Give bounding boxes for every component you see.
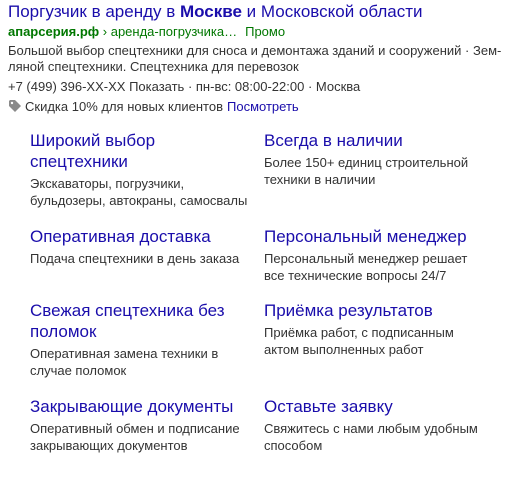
separator: · <box>184 79 196 94</box>
sitelink: Свежая спецтехника без поломок Оперативн… <box>30 300 260 379</box>
ad-domain-link[interactable]: апарсерия.рф <box>8 24 99 39</box>
sitelink-description: Экскаваторы, погрузчики, бульдозеры, авт… <box>30 176 248 208</box>
sitelink-title[interactable]: Всегда в наличии <box>264 130 494 151</box>
sitelink: Широкий выбор спецтехники Экскаваторы, п… <box>30 130 260 209</box>
ad-title-bold: Москве <box>179 2 242 21</box>
sitelink: Всегда в наличии Более 150+ единиц строи… <box>264 130 494 188</box>
sitelink-title[interactable]: Персональный менеджер <box>264 226 494 247</box>
sitelink-title[interactable]: Свежая спецтехника без поломок <box>30 300 230 342</box>
tag-icon <box>9 100 21 112</box>
sitelink-description: Подача спецтехники в день заказа <box>30 251 240 266</box>
hours-text: пн-вс: 08:00-22:00 <box>195 79 305 94</box>
sitelink-description: Персональный менеджер решает все техниче… <box>264 251 468 283</box>
ad-contacts: +7 (499) 396-XX-XX Показать · пн-вс: 08:… <box>8 79 520 95</box>
sitelink-description: Оперативная замена техники в случае поло… <box>30 346 219 378</box>
sitelink-title[interactable]: Оставьте заявку <box>264 396 494 417</box>
discount-line: Скидка 10% для новых клиентов Посмотреть <box>8 99 520 115</box>
sitelink-title[interactable]: Закрывающие документы <box>30 396 260 417</box>
discount-text: Скидка 10% для новых клиентов <box>25 99 223 114</box>
sitelink: Персональный менеджер Персональный менед… <box>264 226 494 284</box>
ad-title-part2: и Московской области <box>241 2 423 21</box>
sitelink: Закрывающие документы Оперативный обмен … <box>30 396 260 454</box>
city-text: Москва <box>315 79 361 94</box>
sitelink: Оставьте заявку Свяжитесь с нами любым у… <box>264 396 494 454</box>
ad-title-link[interactable]: Поргузчик в аренду в Москве и Московской… <box>8 2 520 22</box>
sitelink-description: Свяжитесь с нами любым удобным способом <box>264 421 478 453</box>
promo-label: Промо <box>245 24 286 39</box>
view-discount-link[interactable]: Посмотреть <box>227 99 299 114</box>
ad-path-link[interactable]: › аренда-погрузчика… <box>99 24 237 39</box>
sitelink: Приёмка результатов Приёмка работ, с под… <box>264 300 494 358</box>
sitelink-description: Оперативный обмен и подписание закрывающ… <box>30 421 240 453</box>
sitelink-title[interactable]: Приёмка результатов <box>264 300 494 321</box>
phone-number: +7 (499) 396-XX-XX <box>8 79 126 94</box>
sitelink-description: Более 150+ единиц строительной техники в… <box>264 155 469 187</box>
ad-url-line: апарсерия.рф › аренда-погрузчика… Промо <box>8 23 520 40</box>
ad-block: Поргузчик в аренду в Москве и Московской… <box>8 0 520 115</box>
sitelink: Оперативная доставка Подача спецтехники … <box>30 226 260 267</box>
sitelink-title[interactable]: Широкий выбор спецтехники <box>30 130 200 172</box>
ad-description: Большой выбор спецтехники для сноса и де… <box>8 43 502 74</box>
ad-title-part1: Поргузчик в аренду в <box>8 2 180 21</box>
separator: · <box>304 79 316 94</box>
show-phone-link[interactable]: Показать <box>129 79 184 94</box>
sitelink-description: Приёмка работ, с подписанным актом выпол… <box>264 325 454 357</box>
sitelink-title[interactable]: Оперативная доставка <box>30 226 260 247</box>
